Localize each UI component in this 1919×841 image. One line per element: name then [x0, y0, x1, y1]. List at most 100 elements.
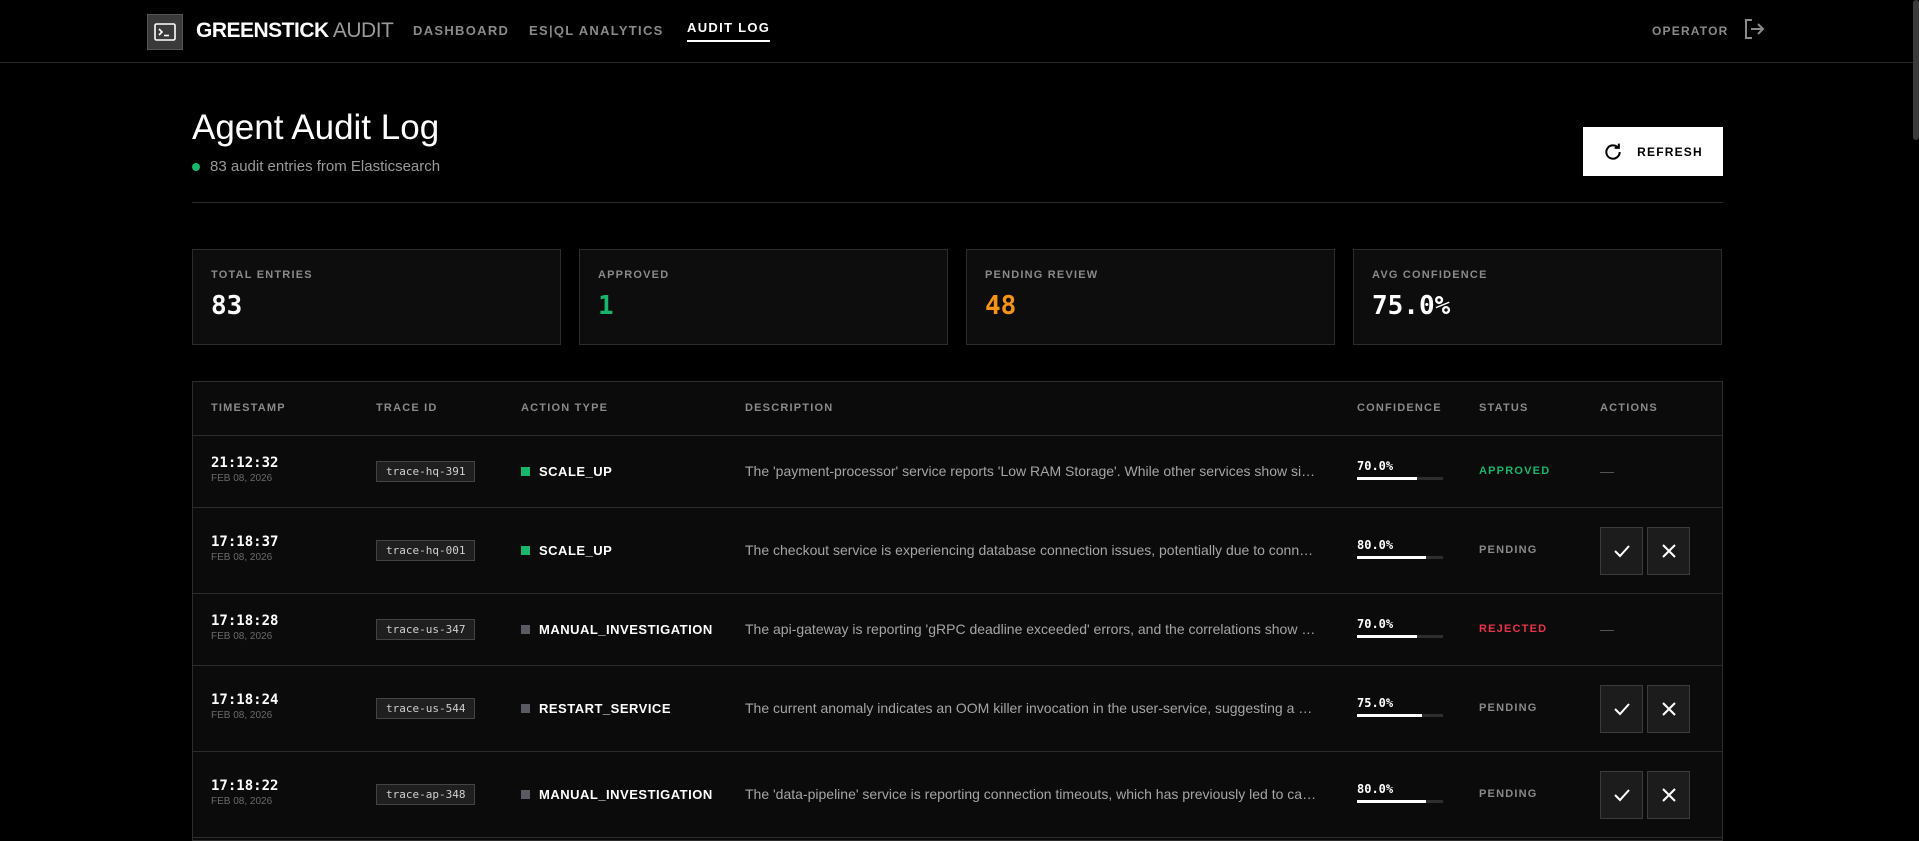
approve-button[interactable] [1600, 685, 1643, 733]
stat-label: AVG CONFIDENCE [1372, 269, 1488, 281]
confidence-cell: 80.0% [1357, 782, 1443, 803]
no-action-dash: — [1600, 621, 1614, 637]
nav-esql-analytics[interactable]: ES|QL ANALYTICS [529, 23, 664, 38]
col-confidence[interactable]: CONFIDENCE [1357, 402, 1442, 414]
trace-id-badge[interactable]: trace-hq-391 [376, 461, 476, 482]
reject-button[interactable] [1647, 527, 1690, 575]
trace-id-badge[interactable]: trace-hq-001 [376, 540, 476, 561]
action-type-cell: SCALE_UP [521, 543, 612, 558]
confidence-cell: 75.0% [1357, 696, 1443, 717]
approve-button[interactable] [1600, 527, 1643, 575]
action-type-cell: MANUAL_INVESTIGATION [521, 622, 713, 637]
status-badge: PENDING [1479, 788, 1538, 800]
trace-id-cell: trace-hq-391 [376, 461, 476, 482]
confidence-value: 70.0% [1357, 617, 1394, 631]
col-action-type[interactable]: ACTION TYPE [521, 402, 608, 414]
table-row[interactable]: 17:18:24 FEB 08, 2026 trace-us-544 RESTART_… [193, 666, 1722, 752]
stat-value: 48 [985, 291, 1017, 321]
status-dot [192, 162, 200, 171]
col-timestamp[interactable]: TIMESTAMP [211, 402, 286, 414]
confidence-bar [1357, 714, 1443, 717]
description-cell: The api-gateway is reporting 'gRPC deadl… [745, 621, 1320, 637]
confidence-value: 75.0% [1357, 696, 1394, 710]
col-actions: ACTIONS [1600, 402, 1658, 414]
description-cell: The 'data-pipeline' service is reporting… [745, 786, 1320, 802]
table-header: TIMESTAMP TRACE ID ACTION TYPE DESCRIPTI… [193, 382, 1722, 436]
confidence-value: 70.0% [1357, 459, 1394, 473]
trace-id-cell: trace-hq-001 [376, 540, 476, 561]
action-type-label: MANUAL_INVESTIGATION [539, 787, 713, 802]
col-trace-id[interactable]: TRACE ID [376, 402, 438, 414]
entry-time: 17:18:28 [211, 613, 279, 629]
confidence-bar-fill [1357, 635, 1418, 638]
action-type-marker [521, 467, 530, 476]
status-badge: PENDING [1479, 702, 1538, 714]
action-type-label: MANUAL_INVESTIGATION [539, 622, 713, 637]
close-icon [1661, 788, 1676, 802]
trace-id-badge[interactable]: trace-us-544 [376, 698, 476, 719]
brand-light: AUDIT [332, 19, 394, 42]
description-cell: The current anomaly indicates an OOM kil… [745, 700, 1320, 716]
close-icon [1661, 702, 1676, 716]
action-type-marker [521, 790, 530, 799]
table-row[interactable]: 17:18:37 FEB 08, 2026 trace-hq-001 SCALE_UP… [193, 508, 1722, 594]
reject-button[interactable] [1647, 685, 1690, 733]
description-cell: The checkout service is experiencing dat… [745, 542, 1320, 558]
col-description[interactable]: DESCRIPTION [745, 402, 833, 414]
entry-time: 17:18:37 [211, 534, 279, 550]
brand-bold: GREENSTICK [196, 19, 329, 42]
entry-date: FEB 08, 2026 [211, 473, 273, 484]
nav-audit-log[interactable]: AUDIT LOG [687, 20, 771, 42]
table-row[interactable]: 17:18:28 FEB 08, 2026 trace-us-347 MANUAL_I… [193, 594, 1722, 666]
close-icon [1661, 544, 1676, 558]
table-row[interactable]: 17:18:22 FEB 08, 2026 trace-ap-348 MANUAL_I… [193, 752, 1722, 838]
status-badge: PENDING [1479, 544, 1538, 556]
refresh-icon [1605, 143, 1621, 160]
confidence-cell: 70.0% [1357, 459, 1443, 480]
action-type-marker [521, 625, 530, 634]
stat-approved: APPROVED 1 [579, 249, 948, 345]
subtitle-text: 83 audit entries from Elasticsearch [210, 158, 441, 175]
user-role: OPERATOR [1652, 24, 1729, 38]
entry-time: 17:18:24 [211, 692, 279, 708]
page-scrollbar[interactable] [1913, 0, 1919, 140]
stat-value: 83 [211, 291, 243, 321]
col-status[interactable]: STATUS [1479, 402, 1529, 414]
entry-date: FEB 08, 2026 [211, 710, 273, 721]
entry-date: FEB 08, 2026 [211, 631, 273, 642]
stat-avg-confidence: AVG CONFIDENCE 75.0% [1353, 249, 1722, 345]
action-type-label: RESTART_SERVICE [539, 701, 671, 716]
trace-id-badge[interactable]: trace-ap-348 [376, 784, 476, 805]
stat-label: TOTAL ENTRIES [211, 269, 313, 281]
confidence-bar [1357, 477, 1443, 480]
trace-id-badge[interactable]: trace-us-347 [376, 619, 476, 640]
approve-button[interactable] [1600, 771, 1643, 819]
status-badge: APPROVED [1479, 465, 1551, 477]
action-type-marker [521, 704, 530, 713]
nav-dashboard[interactable]: DASHBOARD [413, 23, 509, 38]
stat-pending-review: PENDING REVIEW 48 [966, 249, 1335, 345]
stat-value: 75.0% [1372, 291, 1451, 321]
entry-date: FEB 08, 2026 [211, 796, 273, 807]
entry-count-subtitle: 83 audit entries from Elasticsearch [192, 158, 440, 175]
confidence-value: 80.0% [1357, 538, 1394, 552]
check-icon [1613, 703, 1630, 716]
check-icon [1613, 545, 1630, 558]
table-row[interactable]: 21:12:32 FEB 08, 2026 trace-hq-391 SCALE_UP… [193, 436, 1722, 508]
brand-name[interactable]: GREENSTICK AUDIT [196, 19, 394, 43]
confidence-bar [1357, 800, 1443, 803]
action-type-label: SCALE_UP [539, 464, 613, 479]
entry-date: FEB 08, 2026 [211, 552, 273, 563]
terminal-icon[interactable] [147, 14, 183, 50]
confidence-bar-fill [1357, 477, 1418, 480]
action-type-marker [521, 546, 530, 555]
timestamp-cell: 17:18:28 FEB 08, 2026 [211, 613, 278, 642]
entry-time: 21:12:32 [211, 455, 279, 471]
reject-button[interactable] [1647, 771, 1690, 819]
action-type-label: SCALE_UP [539, 543, 613, 558]
check-icon [1613, 789, 1630, 802]
logout-icon[interactable] [1742, 17, 1766, 41]
trace-id-cell: trace-us-347 [376, 619, 476, 640]
confidence-bar-fill [1357, 800, 1426, 803]
refresh-button[interactable]: REFRESH [1583, 127, 1723, 176]
